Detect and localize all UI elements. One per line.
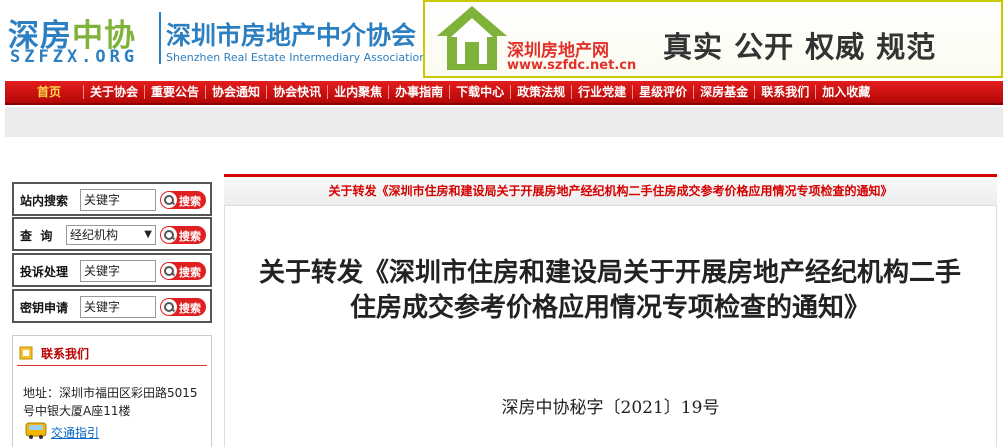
site-search-row: 站内搜索 关键字 搜索 <box>12 182 212 216</box>
logo-domain: SZFZX.ORG <box>10 47 139 67</box>
dropdown-arrow-icon: ▼ <box>144 229 152 240</box>
nav-item-policies[interactable]: 政策法规 <box>511 85 573 99</box>
complaint-search-input[interactable]: 关键字 <box>80 260 156 282</box>
complaint-search-button[interactable]: 搜索 <box>160 262 206 280</box>
nav-item-downloads[interactable]: 下载中心 <box>450 85 512 99</box>
nav-item-news[interactable]: 协会快讯 <box>267 85 329 99</box>
banner-site-url: www.szfdc.net.cn <box>507 58 637 73</box>
nav-item-bookmark[interactable]: 加入收藏 <box>816 85 876 99</box>
site-search-label: 站内搜索 <box>20 194 69 208</box>
header-slogan: 真实 公开 权威 规范 <box>663 30 937 64</box>
logo-area[interactable]: 深房中协 SZFZX.ORG 深圳市房地产中介协会 Shenzhen Real … <box>4 0 426 78</box>
sub-nav-bar <box>5 107 1003 137</box>
complaint-search-button-label: 搜索 <box>179 266 201 279</box>
query-label: 查 询 <box>20 229 53 243</box>
nav-item-guide[interactable]: 办事指南 <box>389 85 451 99</box>
contact-title: 联系我们 <box>41 347 90 361</box>
nav-item-industry-focus[interactable]: 业内聚焦 <box>328 85 390 99</box>
key-apply-label: 密钥申请 <box>20 301 69 315</box>
query-type-selected: 经纪机构 <box>70 228 119 242</box>
query-row: 查 询 经纪机构 ▼ 搜索 <box>12 217 212 251</box>
site-search-input[interactable]: 关键字 <box>80 189 156 211</box>
key-apply-row: 密钥申请 关键字 搜索 <box>12 289 212 323</box>
contact-address: 地址：深圳市福田区彩田路5015号中银大厦A座11楼 <box>23 386 198 418</box>
key-apply-search-input[interactable]: 关键字 <box>80 296 156 318</box>
key-apply-search-button[interactable]: 搜索 <box>160 298 206 316</box>
nav-item-about[interactable]: 关于协会 <box>84 85 146 99</box>
site-search-button[interactable]: 搜索 <box>160 191 206 209</box>
header-banner[interactable]: 深圳房地产网 www.szfdc.net.cn 真实 公开 权威 规范 <box>423 0 1003 78</box>
bus-icon <box>25 422 47 439</box>
complaint-row: 投诉处理 关键字 搜索 <box>12 253 212 287</box>
key-apply-search-button-label: 搜索 <box>179 302 201 315</box>
complaint-label: 投诉处理 <box>20 265 69 279</box>
site-search-button-label: 搜索 <box>179 195 201 208</box>
site-header: 深房中协 SZFZX.ORG 深圳市房地产中介协会 Shenzhen Real … <box>0 0 1006 80</box>
magnifier-icon <box>161 263 177 279</box>
logo-divider <box>159 12 161 64</box>
nav-item-party-building[interactable]: 行业党建 <box>572 85 634 99</box>
article-breadcrumb[interactable]: 关于转发《深圳市住房和建设局关于开展房地产经纪机构二手住房成交参考价格应用情况专… <box>224 182 997 199</box>
nav-item-home[interactable]: 首页 <box>15 85 85 99</box>
contact-icon <box>19 346 33 360</box>
nav-item-star-rating[interactable]: 星级评价 <box>633 85 695 99</box>
association-name: 深圳市房地产中介协会 <box>166 21 417 50</box>
query-search-button-label: 搜索 <box>179 230 201 243</box>
magnifier-icon <box>161 192 177 208</box>
association-logo: 深房中协 SZFZX.ORG <box>8 4 154 72</box>
nav-item-fund[interactable]: 深房基金 <box>694 85 756 99</box>
association-name-en: Shenzhen Real Estate Intermediary Associ… <box>166 51 427 64</box>
magnifier-icon <box>161 299 177 315</box>
nav-item-announcements[interactable]: 重要公告 <box>145 85 207 99</box>
house-icon <box>437 6 507 70</box>
main-nav-list: 首页 关于协会 重要公告 协会通知 协会快讯 业内聚焦 办事指南 下载中心 政策… <box>5 81 1003 103</box>
main-nav: 首页 关于协会 重要公告 协会通知 协会快讯 业内聚焦 办事指南 下载中心 政策… <box>5 81 1003 105</box>
nav-item-contact[interactable]: 联系我们 <box>755 85 817 99</box>
traffic-guide-link[interactable]: 交通指引 <box>51 424 99 441</box>
article-title: 关于转发《深圳市住房和建设局关于开展房地产经纪机构二手住房成交参考价格应用情况专… <box>258 258 961 323</box>
document-number: 深房中协秘字〔2021〕19号 <box>501 398 720 418</box>
nav-item-notices[interactable]: 协会通知 <box>206 85 268 99</box>
query-search-button[interactable]: 搜索 <box>160 226 206 244</box>
article-breadcrumb-bar: 关于转发《深圳市住房和建设局关于开展房地产经纪机构二手住房成交参考价格应用情况专… <box>224 174 997 206</box>
contact-box: 联系我们 地址：深圳市福田区彩田路5015号中银大厦A座11楼 交通指引 <box>12 335 212 447</box>
query-type-select[interactable]: 经纪机构 ▼ <box>66 225 156 245</box>
magnifier-icon <box>161 227 177 243</box>
